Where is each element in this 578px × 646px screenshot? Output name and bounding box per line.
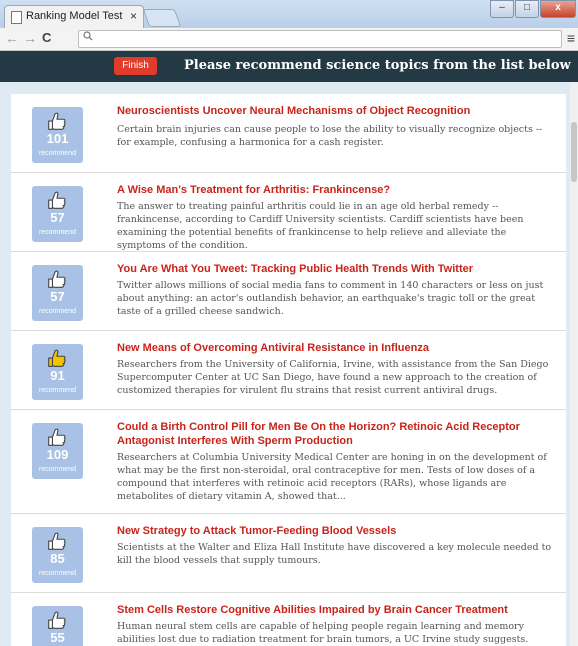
window-controls: – □ x: [489, 0, 576, 18]
list-item: 109 recommend Could a Birth Control Pill…: [11, 410, 566, 514]
recommend-count: 101: [46, 131, 69, 146]
finish-button[interactable]: Finish: [114, 57, 157, 75]
article-summary: Researchers at Columbia University Medic…: [117, 452, 547, 502]
close-window-button[interactable]: x: [540, 0, 576, 18]
thumbs-up-icon: [48, 532, 66, 550]
list-item: 101 recommend Neuroscientists Uncover Ne…: [11, 94, 566, 173]
thumbs-up-icon: [48, 428, 66, 446]
list-item: 57 recommend A Wise Man's Treatment for …: [11, 173, 566, 252]
recommend-count: 57: [50, 289, 65, 304]
recommend-count: 57: [50, 210, 65, 225]
recommend-count: 85: [50, 551, 65, 566]
forward-arrow-icon[interactable]: →: [23, 30, 37, 46]
maximize-button[interactable]: □: [515, 0, 539, 18]
article-headline[interactable]: Neuroscientists Uncover Neural Mechanism…: [117, 104, 542, 118]
browser-toolbar: ← → C ≡: [0, 28, 578, 51]
recommend-label: recommend: [39, 466, 76, 473]
recommend-label: recommend: [39, 570, 76, 577]
recommend-button[interactable]: 57 recommend: [32, 186, 83, 242]
menu-icon[interactable]: ≡: [567, 30, 575, 46]
article-summary: Scientists at the Walter and Eliza Hall …: [117, 542, 552, 566]
search-icon: [83, 31, 93, 44]
article-headline[interactable]: A Wise Man's Treatment for Arthritis: Fr…: [117, 183, 542, 197]
thumbs-up-icon: [48, 270, 66, 288]
article-summary: Twitter allows millions of social media …: [117, 280, 544, 317]
list-item: 57 recommend You Are What You Tweet: Tra…: [11, 252, 566, 331]
browser-titlebar: Ranking Model Test × – □ x: [0, 0, 578, 29]
thumbs-up-icon: [48, 611, 66, 629]
recommend-count: 91: [50, 368, 65, 383]
browser-tab[interactable]: Ranking Model Test ×: [4, 5, 144, 29]
list-item: 85 recommend New Strategy to Attack Tumo…: [11, 514, 566, 593]
recommend-button[interactable]: 57 recommend: [32, 265, 83, 321]
recommend-label: recommend: [39, 150, 76, 157]
article-headline[interactable]: Could a Birth Control Pill for Men Be On…: [117, 420, 542, 448]
recommend-button[interactable]: 101 recommend: [32, 107, 83, 163]
app-header: Finish Please recommend science topics f…: [0, 51, 578, 82]
recommend-button[interactable]: 109 recommend: [32, 423, 83, 479]
recommend-label: recommend: [39, 387, 76, 394]
recommend-count: 55: [50, 630, 65, 645]
list-item: 55 recommend Stem Cells Restore Cognitiv…: [11, 593, 566, 646]
reload-icon[interactable]: C: [42, 30, 51, 45]
page-scrollbar[interactable]: [570, 82, 578, 646]
article-list: 101 recommend Neuroscientists Uncover Ne…: [11, 94, 566, 646]
list-item: 91 recommend New Means of Overcoming Ant…: [11, 331, 566, 410]
recommend-label: recommend: [39, 229, 76, 236]
tab-title: Ranking Model Test: [26, 10, 123, 22]
article-summary: Certain brain injuries can cause people …: [117, 124, 543, 148]
article-summary: Human neural stem cells are capable of h…: [117, 621, 529, 645]
article-headline[interactable]: You Are What You Tweet: Tracking Public …: [117, 262, 542, 276]
scrollbar-thumb[interactable]: [571, 122, 577, 182]
article-summary: Researchers from the University of Calif…: [117, 359, 549, 396]
thumbs-up-icon: [48, 349, 66, 367]
article-headline[interactable]: Stem Cells Restore Cognitive Abilities I…: [117, 603, 542, 617]
recommend-button[interactable]: 85 recommend: [32, 527, 83, 583]
recommend-label: recommend: [39, 308, 76, 315]
recommend-button[interactable]: 55 recommend: [32, 606, 83, 646]
thumbs-up-icon: [48, 191, 66, 209]
new-tab-button[interactable]: [142, 9, 182, 27]
instruction-text: Please recommend science topics from the…: [184, 58, 571, 73]
minimize-button[interactable]: –: [490, 0, 514, 18]
tab-close-icon[interactable]: ×: [130, 9, 137, 23]
recommend-button[interactable]: 91 recommend: [32, 344, 83, 400]
address-bar[interactable]: [78, 30, 562, 48]
content-area: 101 recommend Neuroscientists Uncover Ne…: [0, 82, 578, 646]
article-headline[interactable]: New Strategy to Attack Tumor-Feeding Blo…: [117, 524, 542, 538]
back-arrow-icon[interactable]: ←: [5, 30, 19, 46]
page-icon: [11, 11, 22, 24]
article-summary: The answer to treating painful arthritis…: [117, 201, 524, 251]
recommend-count: 109: [46, 447, 69, 462]
thumbs-up-icon: [48, 112, 66, 130]
article-headline[interactable]: New Means of Overcoming Antiviral Resist…: [117, 341, 542, 355]
